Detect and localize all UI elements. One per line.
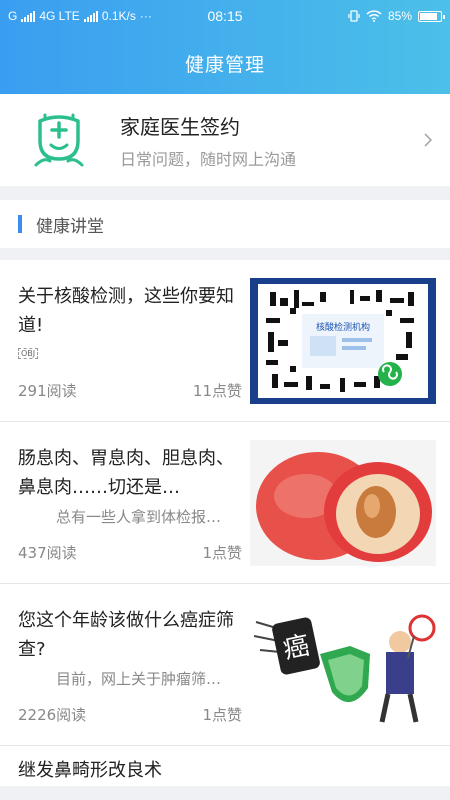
obj-placeholder: OBJ (18, 348, 39, 359)
article-item[interactable]: 您这个年龄该做什么癌症筛查? 目前，网上关于肿瘤筛… 2226阅读 1点赞 癌 (0, 584, 450, 746)
article-title: 关于核酸检测，这些你要知道! (18, 286, 234, 336)
article-item[interactable]: 继发鼻畸形改良术 (0, 746, 450, 786)
article-item[interactable]: 关于核酸检测，这些你要知道! OBJ 291阅读 11点赞 核酸检测机构 (0, 260, 450, 422)
vibrate-icon (348, 10, 360, 22)
article-likes: 1点赞 (202, 706, 242, 724)
article-summary: 目前，网上关于肿瘤筛… (56, 670, 222, 688)
app-header: G 4G LTE 0.1K/s ··· 08:15 85% 健康管理 (0, 0, 450, 94)
article-title: 肠息肉、胃息肉、胆息肉、鼻息肉……切还是… (18, 448, 234, 498)
clock: 08:15 (207, 8, 243, 24)
article-title: 您这个年龄该做什么癌症筛查? (18, 610, 234, 660)
article-reads: 437阅读 (18, 544, 77, 562)
article-summary: 总有一些人拿到体检报… (56, 508, 222, 526)
battery-percent: 85% (387, 9, 413, 23)
article-item[interactable]: 肠息肉、胃息肉、胆息肉、鼻息肉……切还是… 总有一些人拿到体检报… 437阅读 … (0, 422, 450, 584)
article-list: 关于核酸检测，这些你要知道! OBJ 291阅读 11点赞 核酸检测机构 肠息肉… (0, 260, 450, 786)
chevron-right-icon (424, 133, 433, 147)
net-speed: 0.1K/s (101, 9, 136, 23)
article-thumbnail: 癌 (250, 602, 436, 728)
article-reads: 2226阅读 (18, 706, 87, 724)
carrier-label: G (8, 9, 18, 23)
section-header: 健康讲堂 (0, 200, 450, 248)
signal-icon (21, 10, 36, 22)
article-likes: 11点赞 (192, 382, 242, 400)
network-label: 4G LTE (39, 9, 80, 23)
section-title: 健康讲堂 (36, 216, 104, 237)
signal-icon-2 (83, 10, 98, 22)
family-doctor-subtitle: 日常问题，随时网上沟通 (120, 149, 297, 169)
family-doctor-title: 家庭医生签约 (120, 114, 240, 139)
article-reads: 291阅读 (18, 382, 77, 400)
article-thumbnail (250, 440, 436, 566)
article-thumbnail: 核酸检测机构 (250, 278, 436, 404)
article-title: 继发鼻畸形改良术 (18, 760, 162, 781)
section-accent-bar (18, 215, 22, 233)
status-bar: G 4G LTE 0.1K/s ··· 08:15 85% (0, 0, 450, 32)
page-title: 健康管理 (184, 53, 265, 76)
thumb-qr-label: 核酸检测机构 (316, 321, 370, 333)
doctor-icon (34, 113, 84, 167)
wifi-icon (366, 10, 382, 22)
family-doctor-card[interactable]: 家庭医生签约 日常问题，随时网上沟通 (0, 94, 450, 186)
article-likes: 1点赞 (202, 544, 242, 562)
battery-icon (418, 10, 446, 22)
more-dots: ··· (139, 9, 152, 23)
